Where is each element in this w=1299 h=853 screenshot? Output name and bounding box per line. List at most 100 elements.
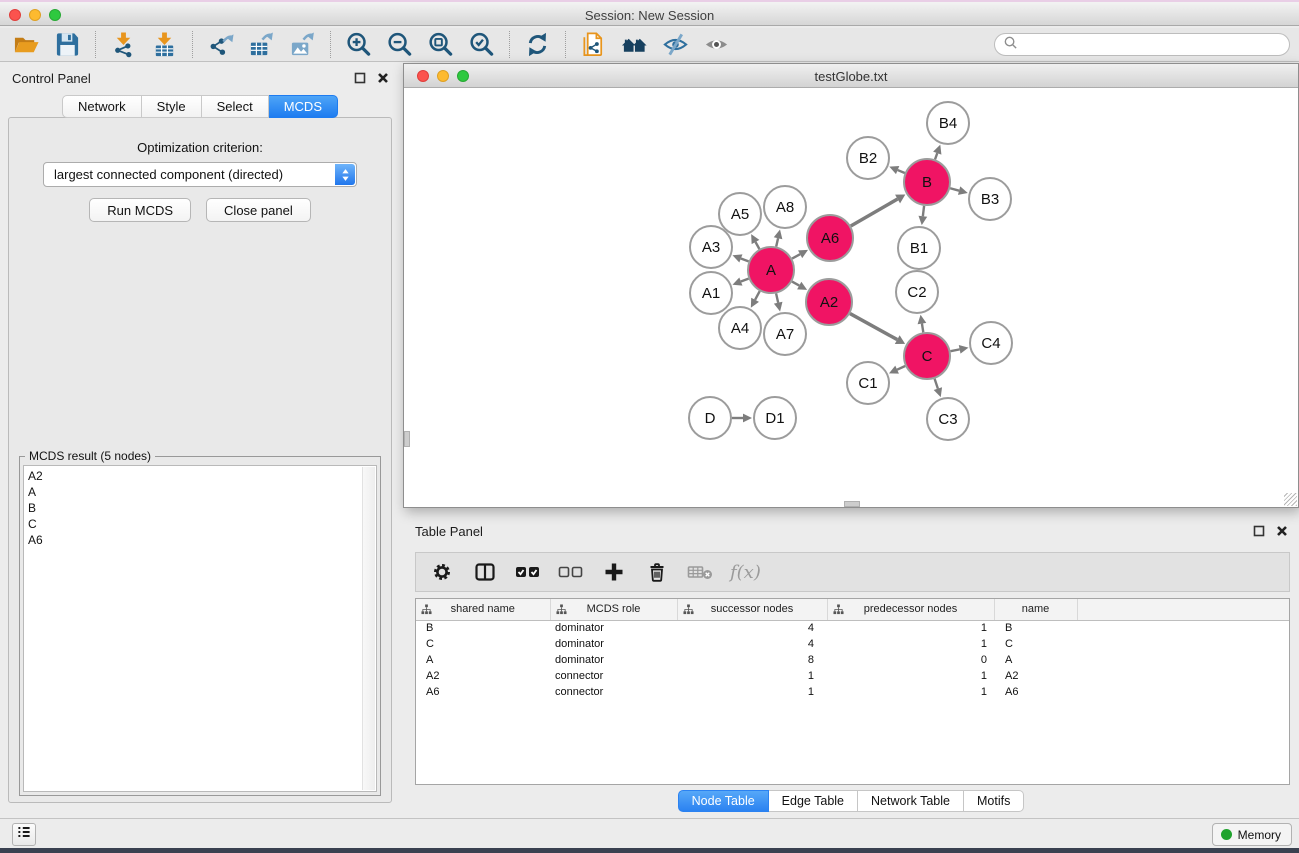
search-input[interactable] — [1022, 38, 1281, 52]
delete-column-icon[interactable] — [644, 560, 670, 584]
apply-layout-icon[interactable] — [522, 30, 553, 60]
graph-node-C2[interactable]: C2 — [896, 271, 938, 313]
graph-node-D[interactable]: D — [689, 397, 731, 439]
result-item[interactable]: C — [24, 516, 376, 532]
cell-name[interactable]: B — [994, 620, 1077, 636]
graph-node-A6[interactable]: A6 — [807, 215, 853, 261]
new-column-icon[interactable] — [601, 560, 627, 584]
close-panel-button[interactable]: Close panel — [206, 198, 311, 222]
show-panels-icon[interactable] — [701, 30, 732, 60]
cell-successor-nodes[interactable]: 8 — [677, 652, 827, 668]
zoom-in-icon[interactable] — [343, 30, 374, 60]
graph-node-B2[interactable]: B2 — [847, 137, 889, 179]
cell-shared-name[interactable]: A6 — [416, 684, 550, 700]
graph-edge-A-A3[interactable] — [732, 254, 748, 262]
graph-node-C1[interactable]: C1 — [847, 362, 889, 404]
cell-shared-name[interactable]: A2 — [416, 668, 550, 684]
column-header-successor-nodes[interactable]: successor nodes — [677, 599, 827, 620]
cell-mcds-role[interactable]: dominator — [550, 636, 677, 652]
float-table-panel-icon[interactable] — [1253, 525, 1265, 537]
graph-edge-A2-C[interactable] — [850, 314, 905, 344]
cell-name[interactable]: A2 — [994, 668, 1077, 684]
cell-predecessor-nodes[interactable]: 1 — [827, 668, 994, 684]
graph-node-B[interactable]: B — [904, 159, 950, 205]
close-table-panel-icon[interactable] — [1276, 525, 1288, 537]
graph-node-C3[interactable]: C3 — [927, 398, 969, 440]
hide-panels-icon[interactable] — [660, 30, 691, 60]
result-item[interactable]: A6 — [24, 532, 376, 548]
graph-edge-B-B3[interactable] — [950, 186, 968, 194]
deselect-all-icon[interactable] — [558, 560, 584, 584]
graph-node-A2[interactable]: A2 — [806, 279, 852, 325]
graph-node-A3[interactable]: A3 — [690, 226, 732, 268]
cell-shared-name[interactable]: A — [416, 652, 550, 668]
graph-edge-D-D1[interactable] — [732, 414, 752, 423]
network-window-titlebar[interactable]: testGlobe.txt — [404, 64, 1298, 88]
tab-node-table[interactable]: Node Table — [678, 790, 769, 812]
table-row[interactable]: Adominator80A — [416, 652, 1289, 668]
graph-edge-A-A1[interactable] — [732, 277, 748, 285]
result-item[interactable]: B — [24, 500, 376, 516]
cell-mcds-role[interactable]: connector — [550, 668, 677, 684]
graph-node-D1[interactable]: D1 — [754, 397, 796, 439]
open-session-icon[interactable] — [11, 30, 42, 60]
left-splitter-handle[interactable] — [404, 431, 410, 447]
window-titlebar[interactable]: Session: New Session — [0, 0, 1299, 26]
graph-node-A1[interactable]: A1 — [690, 272, 732, 314]
memory-button[interactable]: Memory — [1212, 823, 1292, 846]
search-box[interactable] — [994, 33, 1290, 56]
network-canvas[interactable]: B4B2BB3A8A5A6A3B1AA1C2A2A4A7C4CC1C3DD1 — [404, 89, 1298, 507]
cell-successor-nodes[interactable]: 1 — [677, 668, 827, 684]
cell-successor-nodes[interactable]: 1 — [677, 684, 827, 700]
home-icon[interactable] — [619, 30, 650, 60]
float-panel-icon[interactable] — [354, 72, 366, 84]
import-network-icon[interactable] — [108, 30, 139, 60]
cell-shared-name[interactable]: C — [416, 636, 550, 652]
column-header-shared-name[interactable]: shared name — [416, 599, 550, 620]
tab-network[interactable]: Network — [62, 95, 142, 118]
table-row[interactable]: A2connector11A2 — [416, 668, 1289, 684]
tab-motifs[interactable]: Motifs — [964, 790, 1024, 812]
result-scrollbar[interactable] — [362, 467, 375, 790]
zoom-fit-icon[interactable] — [425, 30, 456, 60]
cell-mcds-role[interactable]: dominator — [550, 620, 677, 636]
import-table-icon[interactable] — [149, 30, 180, 60]
save-session-icon[interactable] — [52, 30, 83, 60]
cell-mcds-role[interactable]: connector — [550, 684, 677, 700]
task-history-button[interactable] — [12, 823, 36, 846]
graph-node-A8[interactable]: A8 — [764, 186, 806, 228]
cell-predecessor-nodes[interactable]: 1 — [827, 684, 994, 700]
graph-node-B4[interactable]: B4 — [927, 102, 969, 144]
column-header-MCDS-role[interactable]: MCDS role — [550, 599, 677, 620]
cell-successor-nodes[interactable]: 4 — [677, 620, 827, 636]
table-row[interactable]: A6connector11A6 — [416, 684, 1289, 700]
cell-name[interactable]: A — [994, 652, 1077, 668]
column-header-predecessor-nodes[interactable]: predecessor nodes — [827, 599, 994, 620]
graph-edge-A6-B[interactable] — [851, 194, 906, 226]
tab-edge-table[interactable]: Edge Table — [769, 790, 858, 812]
graph-edge-B-B4[interactable] — [933, 145, 941, 160]
table-mode-icon[interactable] — [429, 560, 455, 584]
graph-edge-A-A2[interactable] — [792, 282, 807, 290]
graph-node-A7[interactable]: A7 — [764, 313, 806, 355]
tab-style[interactable]: Style — [142, 95, 202, 118]
graph-edge-B-B1[interactable] — [918, 206, 927, 225]
graph-edge-A-A7[interactable] — [774, 293, 783, 311]
cell-name[interactable]: A6 — [994, 684, 1077, 700]
graph-edge-C-C4[interactable] — [951, 345, 969, 354]
graph-node-B1[interactable]: B1 — [898, 227, 940, 269]
zoom-selected-icon[interactable] — [466, 30, 497, 60]
graph-node-C4[interactable]: C4 — [970, 322, 1012, 364]
result-item[interactable]: A — [24, 484, 376, 500]
split-view-icon[interactable] — [472, 560, 498, 584]
graph-edge-A-A5[interactable] — [751, 234, 759, 249]
graph-node-A[interactable]: A — [748, 247, 794, 293]
graph-edge-A-A8[interactable] — [774, 229, 783, 246]
table-row[interactable]: Bdominator41B — [416, 620, 1289, 636]
cell-mcds-role[interactable]: dominator — [550, 652, 677, 668]
result-item[interactable]: A2 — [24, 468, 376, 484]
window-resize-grip[interactable] — [1284, 493, 1297, 506]
tab-select[interactable]: Select — [202, 95, 269, 118]
criterion-select[interactable]: largest connected component (directed) — [43, 162, 357, 187]
bottom-splitter-handle[interactable] — [844, 501, 860, 507]
